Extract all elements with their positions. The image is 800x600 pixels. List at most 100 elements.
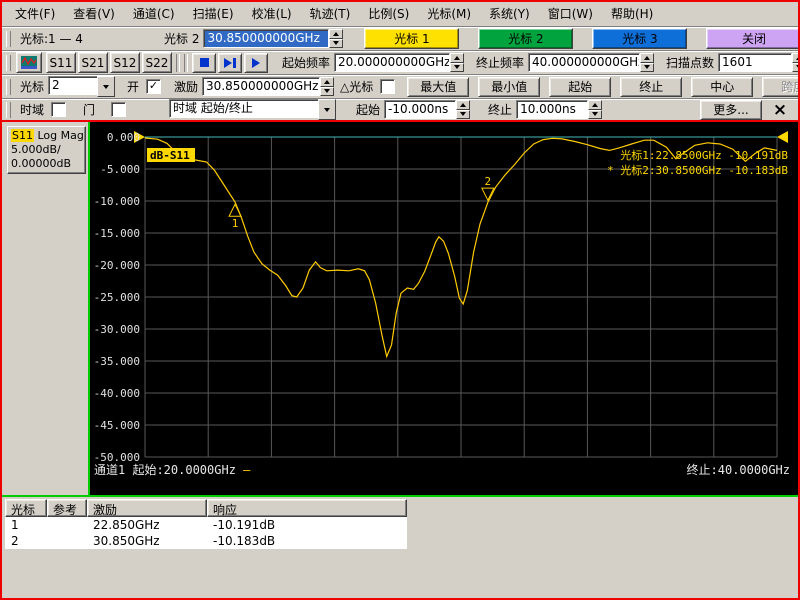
sparam-button-s22[interactable]: S22 <box>142 52 172 73</box>
y-axis-tick-label: -30.000 <box>94 323 140 336</box>
channel-stop-annotation: 终止:40.0000GHz <box>687 462 790 477</box>
marker-search-button-4[interactable]: 中心 <box>691 77 753 97</box>
marker-bar-button-0[interactable]: 光标 1 <box>364 28 459 49</box>
y-axis-tick-label: -15.000 <box>94 227 140 240</box>
menu-item-3[interactable]: 扫描(E) <box>184 3 243 24</box>
marker-search-button-1[interactable]: 最小值 <box>478 77 540 97</box>
start-frequency-input[interactable]: 20.000000000GHz <box>334 53 450 72</box>
more-button[interactable]: 更多... <box>700 100 762 120</box>
delta-marker-checkbox[interactable] <box>380 79 395 94</box>
marker-on-label: 开 <box>127 78 139 95</box>
marker-select-combo[interactable]: 2 <box>48 76 115 97</box>
table-row[interactable]: 230.850GHz-10.183dB <box>5 533 407 549</box>
stop-frequency-stepper[interactable] <box>640 53 654 72</box>
menu-item-6[interactable]: 比例(S) <box>359 3 418 24</box>
marker-button-group: 光标 1 光标 2 光标 3 关闭 <box>345 28 800 49</box>
y-axis-tick-label: -5.000 <box>100 163 140 176</box>
marker-table-header: 光标参考激励响应 <box>5 499 407 517</box>
marker-table: 光标参考激励响应 122.850GHz-10.191dB2 30.850GHz-1… <box>5 499 407 549</box>
menu-item-0[interactable]: 文件(F) <box>6 3 64 24</box>
start-frequency-stepper[interactable] <box>450 53 464 72</box>
trace-title: dB-S11 <box>150 149 190 162</box>
transform-toolbar: 时域 门 时域 起始/终止 起始 -10.000ns 终止 10.000ns 更… <box>2 98 798 120</box>
marker-table-col-header-0[interactable]: 光标 <box>5 499 47 517</box>
menu-item-5[interactable]: 轨迹(T) <box>301 3 360 24</box>
marker-stimulus-stepper[interactable] <box>320 77 334 96</box>
plot-area[interactable]: 0.000-5.000-10.000-15.000-20.000-25.000-… <box>90 122 798 495</box>
y-axis-tick-label: -45.000 <box>94 419 140 432</box>
sweep-points-input[interactable]: 1601 <box>718 53 792 72</box>
marker-readout-2: * 光标2:30.8500GHz -10.183dB <box>607 163 788 177</box>
toolbar-grip[interactable] <box>6 79 11 95</box>
marker-on-checkbox[interactable]: ✓ <box>146 79 161 94</box>
y-axis-tick-label: -35.000 <box>94 355 140 368</box>
marker-search-button-5[interactable]: 跨度 <box>762 77 800 97</box>
transform-mode-combo[interactable]: 时域 起始/终止 <box>169 99 336 120</box>
toolbar-grip[interactable] <box>6 55 11 71</box>
sparam-button-s12[interactable]: S12 <box>110 52 140 73</box>
transform-start-label: 起始 <box>356 101 380 118</box>
sweep-hold-button[interactable] <box>192 53 216 73</box>
marker-table-cell <box>47 517 87 533</box>
marker-search-button-3[interactable]: 终止 <box>620 77 682 97</box>
chevron-down-icon[interactable] <box>97 76 115 97</box>
marker-select-label: 光标 <box>20 78 44 95</box>
marker-table-col-header-2[interactable]: 激励 <box>87 499 207 517</box>
marker-table-col-header-3[interactable]: 响应 <box>207 499 407 517</box>
marker-frequency-stepper[interactable] <box>329 29 343 48</box>
menu-item-4[interactable]: 校准(L) <box>243 3 301 24</box>
vna-app-window: 文件(F)查看(V)通道(C)扫描(E)校准(L)轨迹(T)比例(S)光标(M)… <box>0 0 800 600</box>
marker-table-cell: -10.191dB <box>207 517 407 533</box>
stop-frequency-input[interactable]: 40.000000000GHz <box>528 53 640 72</box>
marker-table-body: 122.850GHz-10.191dB230.850GHz-10.183dB <box>5 517 407 549</box>
gate-checkbox[interactable] <box>111 102 126 117</box>
sweep-points-stepper[interactable] <box>792 53 800 72</box>
close-toolbar-button[interactable]: × <box>768 100 792 120</box>
transform-start-input[interactable]: -10.000ns <box>384 100 456 119</box>
trace-status-box[interactable]: S11 Log Mag 5.000dB/ 0.00000dB <box>7 126 86 174</box>
marker-bar-button-2[interactable]: 光标 3 <box>592 28 687 49</box>
menu-item-10[interactable]: 帮助(H) <box>602 3 662 24</box>
transform-stop-stepper[interactable] <box>588 100 602 119</box>
menu-item-1[interactable]: 查看(V) <box>64 3 124 24</box>
marker-search-button-0[interactable]: 最大值 <box>407 77 469 97</box>
table-row[interactable]: 122.850GHz-10.191dB <box>5 517 407 533</box>
marker-search-button-2[interactable]: 起始 <box>549 77 611 97</box>
sparam-button-s11[interactable]: S11 <box>46 52 76 73</box>
marker-table-cell: 2 <box>5 533 47 549</box>
menu-item-8[interactable]: 系统(Y) <box>480 3 539 24</box>
sweep-continuous-button[interactable] <box>244 53 268 73</box>
marker-table-cell <box>47 533 87 549</box>
menu-item-2[interactable]: 通道(C) <box>124 3 184 24</box>
trace-format: Log Mag <box>34 129 84 142</box>
transform-stop-input[interactable]: 10.000ns <box>516 100 588 119</box>
trace-display-icon-button[interactable] <box>16 52 42 73</box>
marker-stimulus-input[interactable]: 30.850000000GHz <box>202 77 320 96</box>
sparam-button-s21[interactable]: S21 <box>78 52 108 73</box>
gate-label: 门 <box>83 101 95 118</box>
menu-item-7[interactable]: 光标(M) <box>418 3 480 24</box>
trace-display-icon <box>21 56 37 69</box>
channel-window-bottom-border <box>2 495 798 497</box>
trace-param-badge: S11 <box>11 129 34 142</box>
chevron-down-icon[interactable] <box>318 99 336 120</box>
marker-readout-1: 光标1:22.8500GHz -10.191dB <box>620 148 788 162</box>
marker-bar-button-3[interactable]: 关闭 <box>706 28 800 49</box>
transform-start-stepper[interactable] <box>456 100 470 119</box>
start-frequency-label: 起始频率 <box>282 54 330 71</box>
sweep-points-label: 扫描点数 <box>666 54 714 71</box>
marker-frequency-input[interactable]: 30.850000000GHz <box>203 29 329 48</box>
marker-table-col-header-1[interactable]: 参考 <box>47 499 87 517</box>
s11-log-mag-chart: 0.000-5.000-10.000-15.000-20.000-25.000-… <box>90 122 798 495</box>
marker-2-number: 2 <box>485 175 492 188</box>
menu-item-9[interactable]: 窗口(W) <box>539 3 602 24</box>
sweep-single-button[interactable] <box>218 53 242 73</box>
stimulus-label: 激励 <box>174 78 198 95</box>
menu-bar: 文件(F)查看(V)通道(C)扫描(E)校准(L)轨迹(T)比例(S)光标(M)… <box>2 2 800 24</box>
toolbar-grip[interactable] <box>6 31 11 47</box>
marker-select-value: 2 <box>48 76 97 95</box>
toolbar-grip[interactable] <box>6 102 11 118</box>
marker-bar-button-1[interactable]: 光标 2 <box>478 28 573 49</box>
marker-table-cell: 30.850GHz <box>87 533 207 549</box>
time-domain-checkbox[interactable] <box>51 102 66 117</box>
